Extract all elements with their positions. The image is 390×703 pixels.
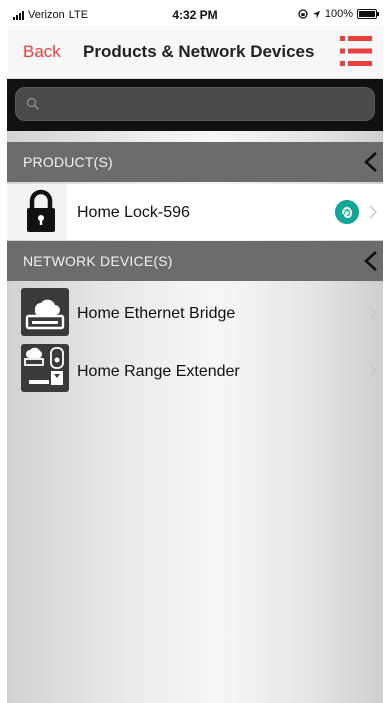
products-section-header[interactable]: PRODUCT(S) — [7, 142, 383, 182]
battery-icon — [357, 9, 379, 19]
range-extender-icon — [21, 344, 69, 392]
fingerprint-status-icon — [335, 200, 359, 224]
rotation-lock-icon — [298, 9, 308, 19]
network-device-row-range-extender[interactable]: Home Range Extender — [7, 342, 383, 398]
search-icon — [26, 97, 40, 111]
section-header-label: PRODUCT(S) — [23, 154, 113, 170]
page-title: Products & Network Devices — [83, 42, 315, 61]
collapse-chevron-icon[interactable] — [361, 249, 381, 273]
network-devices-section-header[interactable]: NETWORK DEVICE(S) — [7, 241, 383, 281]
product-row-home-lock[interactable]: Home Lock-596 — [7, 184, 383, 240]
battery-level — [359, 11, 375, 17]
hamburger-menu-icon[interactable] — [339, 34, 373, 68]
navigation-bar: Back Products & Network Devices — [7, 26, 383, 79]
location-arrow-icon — [312, 10, 320, 18]
search-input[interactable] — [15, 87, 375, 121]
device-name: Home Ethernet Bridge — [77, 305, 236, 322]
product-name: Home Lock-596 — [77, 204, 190, 221]
chevron-right-icon — [369, 364, 377, 378]
status-icons: 100% — [298, 8, 379, 20]
device-name: Home Range Extender — [77, 363, 240, 380]
back-button[interactable]: Back — [23, 42, 61, 62]
app-screen: Verizon LTE 4:32 PM 100% Back Products &… — [7, 4, 383, 703]
section-header-label: NETWORK DEVICE(S) — [23, 253, 173, 269]
chevron-right-icon — [369, 306, 377, 320]
search-bar — [7, 79, 383, 131]
battery-percent: 100% — [324, 8, 353, 20]
network-device-row-ethernet-bridge[interactable]: Home Ethernet Bridge — [7, 284, 383, 340]
status-bar: Verizon LTE 4:32 PM 100% — [7, 4, 383, 26]
ethernet-bridge-icon — [21, 288, 69, 336]
collapse-chevron-icon[interactable] — [361, 150, 381, 174]
padlock-icon — [27, 189, 55, 232]
chevron-right-icon — [369, 205, 377, 219]
